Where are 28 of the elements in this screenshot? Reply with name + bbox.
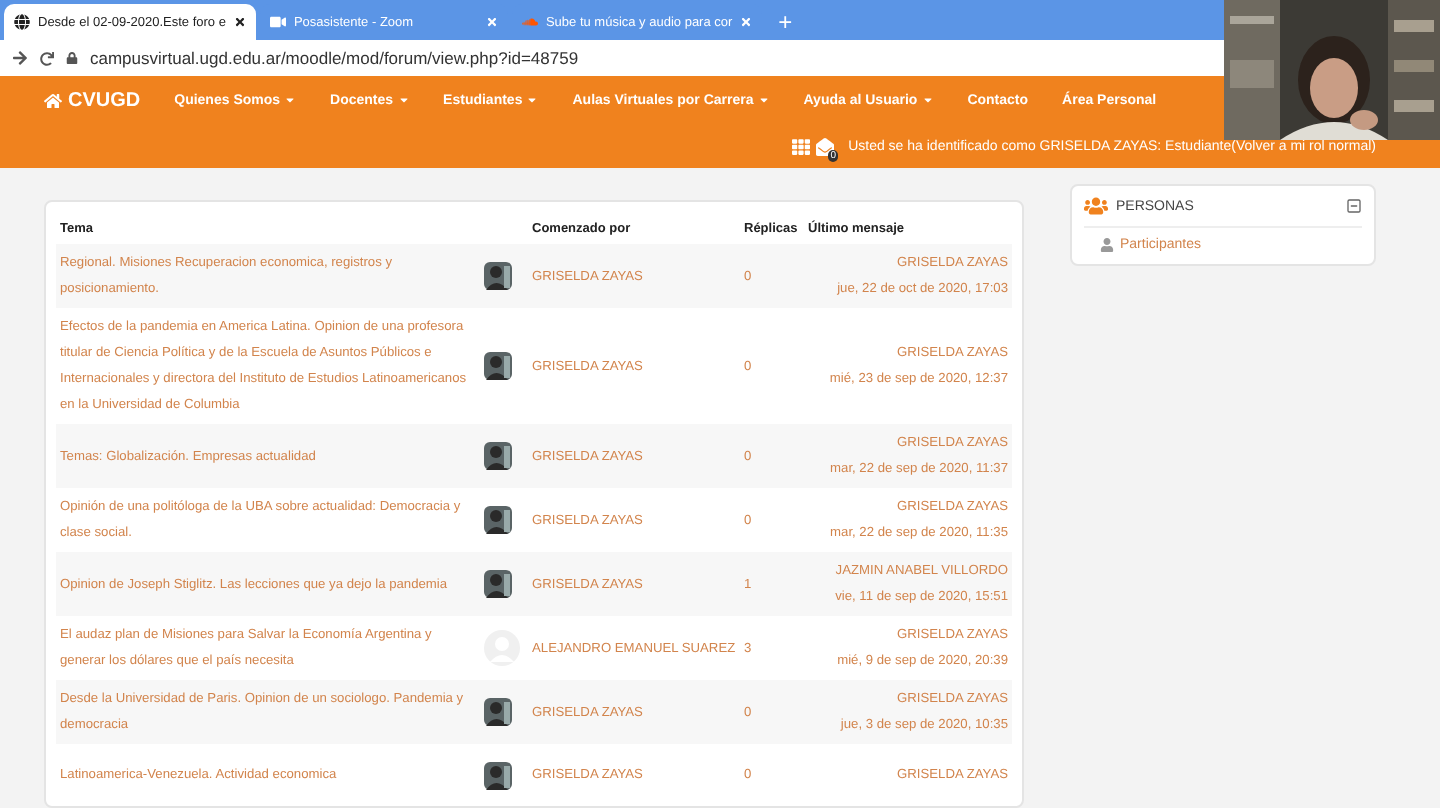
caret-icon [397, 94, 410, 106]
users-icon [1084, 194, 1108, 218]
caret-icon [921, 94, 934, 106]
brand-name: CVUGD [68, 89, 141, 111]
address-field[interactable]: campusvirtual.ugd.edu.ar/moodle/mod/forum/view.php?id=48759 [90, 48, 579, 68]
reload-icon[interactable] [40, 51, 54, 65]
forward-icon[interactable] [12, 50, 28, 66]
new-tab-button[interactable]: + [766, 8, 805, 40]
close-icon[interactable] [233, 16, 246, 28]
caret-icon [284, 94, 297, 106]
user-icon [1100, 238, 1114, 252]
envelope-icon[interactable] [816, 137, 835, 155]
avatar-icon [484, 698, 512, 726]
home-icon [44, 91, 62, 109]
collapse-icon[interactable] [1346, 198, 1362, 214]
site-logo[interactable]: CVUGD [44, 89, 141, 111]
caret-icon [757, 94, 770, 106]
globe-icon [14, 14, 30, 30]
avatar-icon [484, 570, 512, 598]
avatar-icon [484, 442, 512, 470]
caret-icon [526, 94, 539, 106]
avatar-icon [484, 352, 512, 380]
cloud-icon [521, 14, 538, 30]
avatar-icon [484, 506, 512, 534]
video-icon [269, 14, 286, 30]
avatar-icon [484, 761, 512, 789]
avatar-icon [484, 262, 512, 290]
lock-icon [66, 52, 78, 64]
